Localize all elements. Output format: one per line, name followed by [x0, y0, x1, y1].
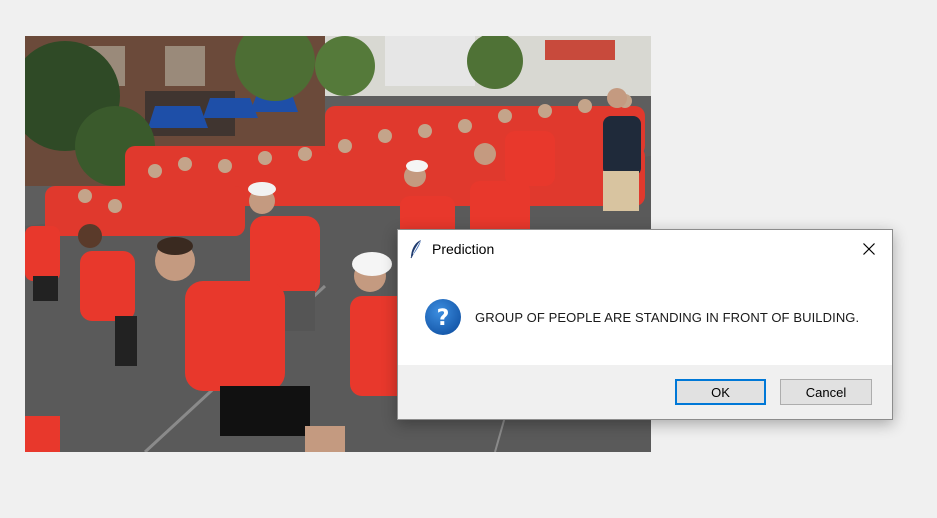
dialog-message: GROUP OF PEOPLE ARE STANDING IN FRONT OF… [475, 310, 860, 325]
prediction-dialog: Prediction ? GROUP OF PEOPLE ARE STANDIN… [397, 229, 893, 420]
dialog-title: Prediction [432, 241, 495, 257]
dialog-titlebar[interactable]: Prediction [398, 230, 892, 268]
close-icon [863, 243, 875, 255]
cancel-button[interactable]: Cancel [780, 379, 872, 405]
dialog-body: ? GROUP OF PEOPLE ARE STANDING IN FRONT … [398, 268, 892, 365]
svg-text:?: ? [437, 306, 450, 331]
close-button[interactable] [846, 230, 892, 268]
ok-button[interactable]: OK [675, 379, 766, 405]
question-icon: ? [424, 298, 462, 336]
feather-icon [409, 239, 423, 259]
dialog-footer: OK Cancel [398, 365, 892, 419]
